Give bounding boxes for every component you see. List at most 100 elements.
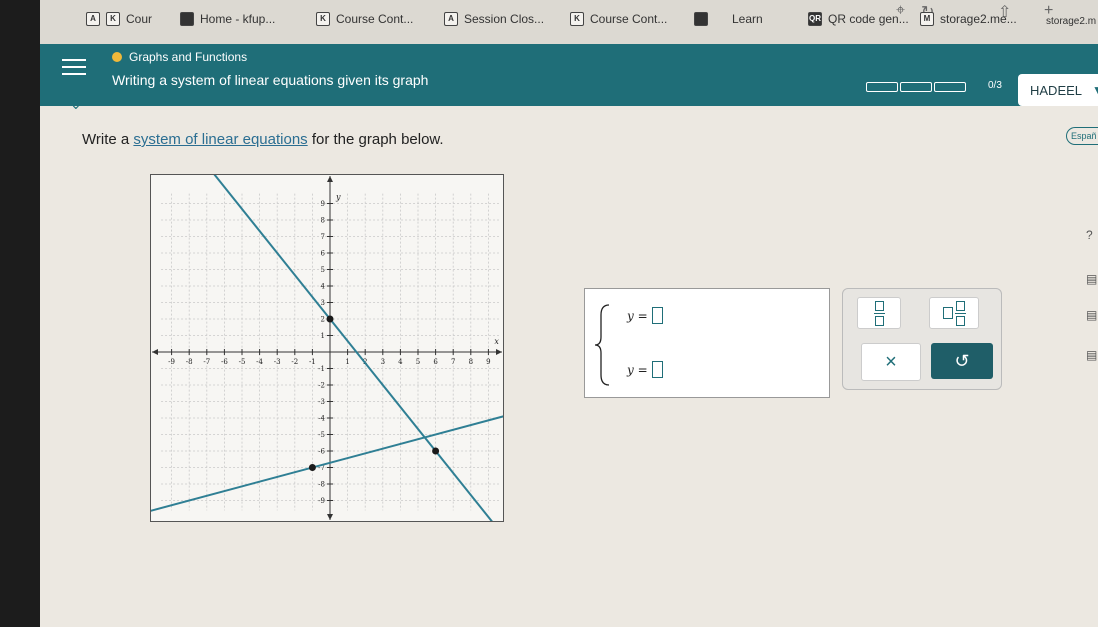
x-tick-label: 7: [451, 358, 455, 366]
x-tick-label: -9: [168, 358, 175, 366]
tab-label: storage2.me...: [940, 12, 1017, 26]
x-axis-label: x: [494, 337, 499, 346]
x-tick-label: 4: [398, 358, 403, 366]
y-tick-label: -6: [318, 448, 325, 456]
hamburger-menu-icon[interactable]: [62, 54, 86, 80]
mixed-number-icon: [942, 300, 966, 326]
coordinate-graph: -9-8-7-6-5-4-3-2-1123456789-9-8-7-6-5-4-…: [150, 174, 504, 527]
x-tick-label: 6: [433, 358, 438, 366]
y-axis-label: y: [335, 193, 341, 202]
progress-segment: [866, 82, 898, 92]
answer-input-1[interactable]: [651, 307, 663, 324]
screen: ⌖ ↻ ⇧ + A K Cour Home - kfup... K Course…: [40, 0, 1098, 627]
progress-segment: [934, 82, 966, 92]
side-tool-icon[interactable]: ▤: [1086, 348, 1097, 362]
chevron-down-icon: ▼: [1092, 83, 1098, 97]
tab-home[interactable]: Home - kfup...: [180, 12, 275, 26]
glossary-link[interactable]: system of linear equations: [133, 131, 307, 148]
khan-favicon-icon: K: [106, 12, 120, 26]
x-tick-label: 5: [416, 358, 420, 366]
progress-bar: [866, 82, 966, 92]
image-favicon-icon: [180, 12, 194, 26]
language-toggle-button[interactable]: Españ: [1066, 127, 1098, 145]
y-tick-label: -3: [318, 398, 325, 406]
topic-dot-icon: [112, 52, 122, 62]
a-favicon-icon: A: [444, 12, 458, 26]
fraction-button[interactable]: [857, 297, 901, 329]
math-toolbar: × ↺: [842, 288, 1002, 390]
tab-label: Cour: [126, 12, 153, 26]
learn-favicon-icon: [694, 12, 708, 26]
user-menu-button[interactable]: HADEEL ▼: [1018, 74, 1098, 106]
lesson-title: Writing a system of linear equations giv…: [112, 72, 429, 88]
x-tick-label: 9: [486, 358, 490, 366]
chevron-down-icon[interactable]: ⌄: [70, 96, 82, 113]
tab-storage[interactable]: M storage2.me...: [920, 12, 1017, 26]
question-prompt: Write a system of linear equations for t…: [82, 131, 444, 148]
x-tick-label: -7: [203, 358, 210, 366]
equation-row-1: y =: [627, 307, 663, 324]
x-tick-label: 1: [345, 358, 349, 366]
side-tool-icon[interactable]: ▤: [1086, 272, 1097, 286]
x-tick-label: -6: [221, 358, 228, 366]
tab-label: Course Cont...: [590, 12, 668, 26]
y-tick-label: -1: [318, 365, 325, 373]
topic-label: Graphs and Functions: [129, 50, 248, 64]
equation-row-2: y =: [627, 361, 663, 378]
brace-icon: [594, 304, 610, 386]
y-tick-label: 6: [321, 250, 326, 258]
browser-tab-bar: ⌖ ↻ ⇧ + A K Cour Home - kfup... K Course…: [40, 0, 1098, 44]
tab-first[interactable]: A K Cour: [86, 12, 152, 26]
answer-system-box: y = y =: [584, 288, 830, 398]
y-tick-label: -8: [318, 481, 325, 489]
x-tick-label: -2: [291, 358, 298, 366]
side-tool-icon[interactable]: ▤: [1086, 308, 1097, 322]
y-tick-label: 2: [321, 316, 325, 324]
tab-storage-2[interactable]: storage2.m: [1046, 16, 1096, 27]
progress-segment: [900, 82, 932, 92]
prompt-text: for the graph below.: [307, 131, 444, 148]
y-tick-label: 5: [321, 266, 325, 274]
equation-label: y =: [627, 308, 648, 323]
undo-button[interactable]: ↺: [931, 343, 993, 379]
clear-button[interactable]: ×: [861, 343, 921, 381]
graph-point: [308, 464, 316, 471]
x-tick-label: -8: [186, 358, 193, 366]
tab-course-content-2[interactable]: K Course Cont...: [570, 12, 667, 26]
x-tick-label: -1: [309, 358, 316, 366]
answer-input-2[interactable]: [651, 361, 663, 378]
graph-svg: -9-8-7-6-5-4-3-2-1123456789-9-8-7-6-5-4-…: [150, 174, 504, 522]
x-tick-label: -4: [256, 358, 263, 366]
y-tick-label: 3: [321, 299, 325, 307]
tab-label: Session Clos...: [464, 12, 545, 26]
khan-favicon-icon: A: [86, 12, 100, 26]
tab-learn[interactable]: Learn: [694, 12, 763, 26]
help-icon[interactable]: ?: [1086, 228, 1093, 242]
y-tick-label: 9: [321, 200, 325, 208]
y-tick-label: 7: [321, 233, 325, 241]
topic-title: Graphs and Functions: [112, 50, 247, 64]
tab-course-content[interactable]: K Course Cont...: [316, 12, 413, 26]
user-name: HADEEL: [1030, 82, 1083, 98]
tab-session-closed[interactable]: A Session Clos...: [444, 12, 544, 26]
prompt-text: Write a: [82, 131, 134, 148]
tab-label: Course Cont...: [336, 12, 414, 26]
mixed-number-button[interactable]: [929, 297, 979, 329]
lesson-header: Graphs and Functions Writing a system of…: [40, 44, 1098, 106]
tab-qr-code[interactable]: QR QR code gen...: [808, 12, 909, 26]
x-tick-label: 8: [469, 358, 473, 366]
khan-favicon-icon: K: [316, 12, 330, 26]
fraction-icon: [873, 300, 885, 326]
equation-label: y =: [627, 362, 648, 377]
khan-favicon-icon: K: [570, 12, 584, 26]
progress-count: 0/3: [988, 80, 1002, 91]
tab-label: QR code gen...: [828, 12, 909, 26]
qr-favicon-icon: QR: [808, 12, 822, 26]
x-tick-label: -3: [274, 358, 281, 366]
tab-label: Home - kfup...: [200, 12, 276, 26]
y-tick-label: 1: [321, 332, 325, 340]
tab-label: storage2.m: [1046, 16, 1097, 27]
x-tick-label: 3: [381, 358, 385, 366]
graph-point: [432, 447, 440, 455]
y-tick-label: -2: [318, 382, 325, 390]
